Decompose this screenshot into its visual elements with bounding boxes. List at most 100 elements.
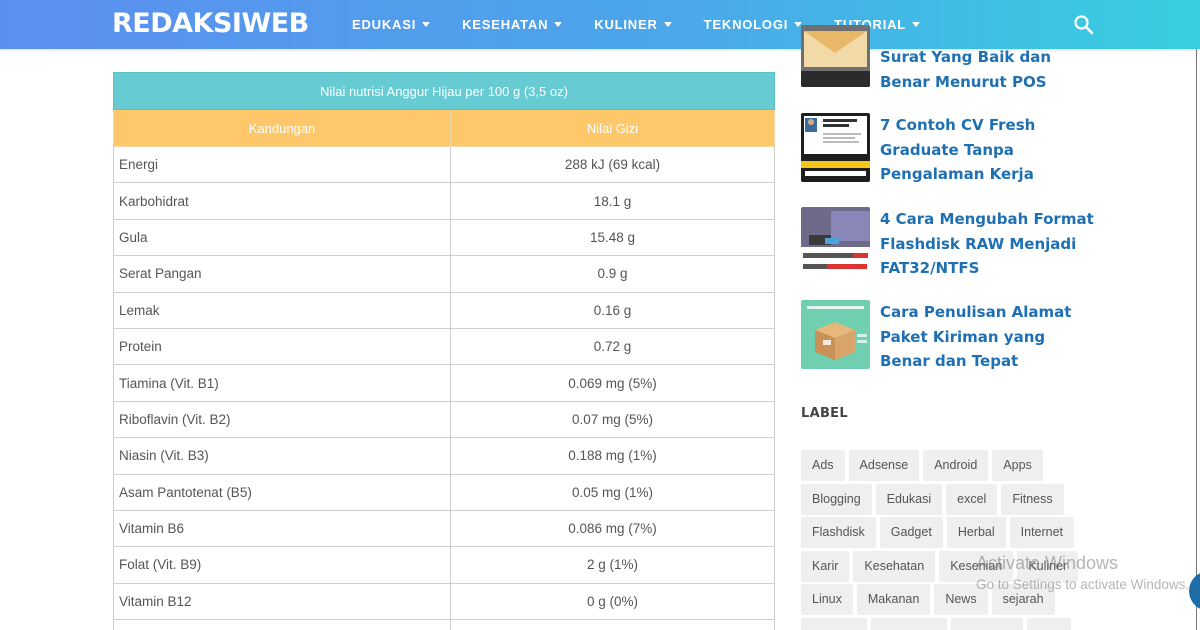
label-heading: LABEL [801, 406, 848, 421]
site-header: REDAKSIWEB EDUKASI KESEHATAN KULINER TEK… [0, 0, 1200, 49]
nutrient-value [450, 619, 775, 630]
table-row: Asam Pantotenat (B5) 0.05 mg (1%) [113, 473, 775, 511]
nutrient-name [113, 619, 451, 630]
nutrient-name: Energi [113, 145, 451, 184]
table-row: Riboflavin (Vit. B2) 0.07 mg (5%) [113, 400, 775, 439]
tag-gadget[interactable]: Gadget [879, 517, 943, 548]
table-row: Lemak 0.16 g [113, 291, 775, 329]
tag-excel[interactable]: excel [946, 483, 998, 515]
post-thumbnail[interactable] [801, 25, 870, 87]
table-row: Vitamin B6 0.086 mg (7%) [113, 509, 775, 548]
tag-edukasi[interactable]: Edukasi [875, 483, 943, 515]
post-title[interactable]: Surat Yang Baik dan Benar Menurut POS [880, 45, 1095, 94]
nutrient-name: Vitamin B6 [113, 509, 451, 548]
activate-windows-subtitle: Go to Settings to activate Windows. [976, 577, 1190, 592]
tag-karir[interactable]: Karir [801, 550, 850, 582]
table-row: Karbohidrat 18.1 g [113, 182, 775, 220]
column-header: Nilai Gizi [450, 109, 775, 147]
window-edge [1196, 49, 1200, 630]
nutrient-name: Karbohidrat [113, 182, 451, 220]
tag-partial[interactable] [801, 617, 867, 630]
tag-linux[interactable]: Linux [801, 584, 853, 615]
table-row: Gula 15.48 g [113, 218, 775, 257]
post-thumbnail[interactable] [801, 207, 870, 276]
nutrient-name: Gula [113, 218, 451, 257]
nav-label: TEKNOLOGI [703, 17, 789, 32]
tag-apps[interactable]: Apps [992, 450, 1043, 481]
tag-herbal[interactable]: Herbal [946, 517, 1006, 548]
post-thumbnail[interactable] [801, 300, 870, 369]
label-tags: Ads Adsense Android Apps Blogging Edukas… [801, 450, 1091, 630]
tag-fitness[interactable]: Fitness [1001, 483, 1064, 515]
table-row: Energi 288 kJ (69 kcal) [113, 145, 775, 184]
tag-partial[interactable] [1027, 617, 1071, 630]
sidebar-post[interactable]: Surat Yang Baik dan Benar Menurut POS [801, 25, 1101, 91]
tag-flashdisk[interactable]: Flashdisk [801, 517, 876, 548]
post-thumbnail[interactable] [801, 113, 870, 182]
nav-kesehatan[interactable]: KESEHATAN [446, 0, 578, 49]
caret-down-icon [422, 22, 431, 27]
nutrient-value: 0.07 mg (5%) [450, 400, 775, 439]
search-icon[interactable] [1073, 14, 1095, 36]
caret-down-icon [554, 22, 563, 27]
nutrient-value: 15.48 g [450, 218, 775, 257]
tag-row: Blogging Edukasi excel Fitness [801, 483, 1091, 515]
nutrient-value: 0.069 mg (5%) [450, 364, 775, 402]
nav-label: KULINER [594, 17, 658, 32]
table-row: Protein 0.72 g [113, 327, 775, 366]
nutrient-value: 2 g (1%) [450, 546, 775, 584]
nutrient-value: 0.72 g [450, 327, 775, 366]
sidebar-post[interactable]: Cara Penulisan Alamat Paket Kiriman yang… [801, 300, 1101, 375]
nutrition-table-container: Nilai nutrisi Anggur Hijau per 100 g (3,… [113, 72, 775, 630]
tag-row: Ads Adsense Android Apps [801, 450, 1091, 481]
tag-android[interactable]: Android [923, 450, 989, 481]
nutrient-name: Tiamina (Vit. B1) [113, 364, 451, 402]
table-header-row: Kandungan Nilai Gizi [113, 109, 775, 147]
tag-ads[interactable]: Ads [801, 450, 845, 481]
tag-partial[interactable] [951, 617, 1023, 630]
table-caption: Nilai nutrisi Anggur Hijau per 100 g (3,… [113, 72, 775, 110]
nutrient-value: 0.16 g [450, 291, 775, 329]
nutrient-value: 0.9 g [450, 255, 775, 293]
tag-internet[interactable]: Internet [1009, 517, 1075, 548]
nutrient-name: Lemak [113, 291, 451, 329]
tag-adsense[interactable]: Adsense [848, 450, 920, 481]
nutrient-name: Serat Pangan [113, 255, 451, 293]
tag-partial[interactable] [871, 617, 947, 630]
nav-edukasi[interactable]: EDUKASI [336, 0, 446, 49]
nav-teknologi[interactable]: TEKNOLOGI [688, 0, 818, 49]
tag-row [801, 617, 1091, 630]
tag-kesehatan[interactable]: Kesehatan [853, 550, 936, 582]
nutrient-value: 18.1 g [450, 182, 775, 220]
table-row: Tiamina (Vit. B1) 0.069 mg (5%) [113, 364, 775, 402]
tag-blogging[interactable]: Blogging [801, 483, 872, 515]
table-row: Vitamin B12 0 g (0%) [113, 582, 775, 621]
tag-row: Flashdisk Gadget Herbal Internet [801, 517, 1091, 548]
caret-down-icon [912, 22, 921, 27]
nav-kuliner[interactable]: KULINER [578, 0, 687, 49]
post-title[interactable]: 7 Contoh CV Fresh Graduate Tanpa Pengala… [880, 113, 1095, 187]
tag-makanan[interactable]: Makanan [856, 584, 931, 615]
activate-windows-title: Activate Windows [976, 553, 1119, 573]
sidebar-post[interactable]: 4 Cara Mengubah Format Flashdisk RAW Men… [801, 207, 1101, 282]
table-caption-row: Nilai nutrisi Anggur Hijau per 100 g (3,… [113, 72, 775, 110]
nutrient-name: Folat (Vit. B9) [113, 546, 451, 584]
table-row: Niasin (Vit. B3) 0.188 mg (1%) [113, 437, 775, 475]
table-row: Serat Pangan 0.9 g [113, 255, 775, 293]
nutrient-name: Protein [113, 327, 451, 366]
nutrient-value: 0.188 mg (1%) [450, 437, 775, 475]
sidebar-post[interactable]: 7 Contoh CV Fresh Graduate Tanpa Pengala… [801, 113, 1101, 188]
nutrient-value: 0.05 mg (1%) [450, 473, 775, 511]
site-logo[interactable]: REDAKSIWEB [112, 8, 309, 40]
nutrient-value: 0.086 mg (7%) [450, 509, 775, 548]
nutrient-name: Vitamin B12 [113, 582, 451, 621]
post-title[interactable]: Cara Penulisan Alamat Paket Kiriman yang… [880, 300, 1095, 374]
nutrient-value: 288 kJ (69 kcal) [450, 145, 775, 184]
table-row: Folat (Vit. B9) 2 g (1%) [113, 546, 775, 584]
caret-down-icon [663, 22, 672, 27]
table-row [113, 619, 775, 630]
scroll-top-button[interactable] [1189, 571, 1200, 611]
post-title[interactable]: 4 Cara Mengubah Format Flashdisk RAW Men… [880, 207, 1095, 281]
nutrient-value: 0 g (0%) [450, 582, 775, 621]
nutrient-name: Riboflavin (Vit. B2) [113, 400, 451, 439]
